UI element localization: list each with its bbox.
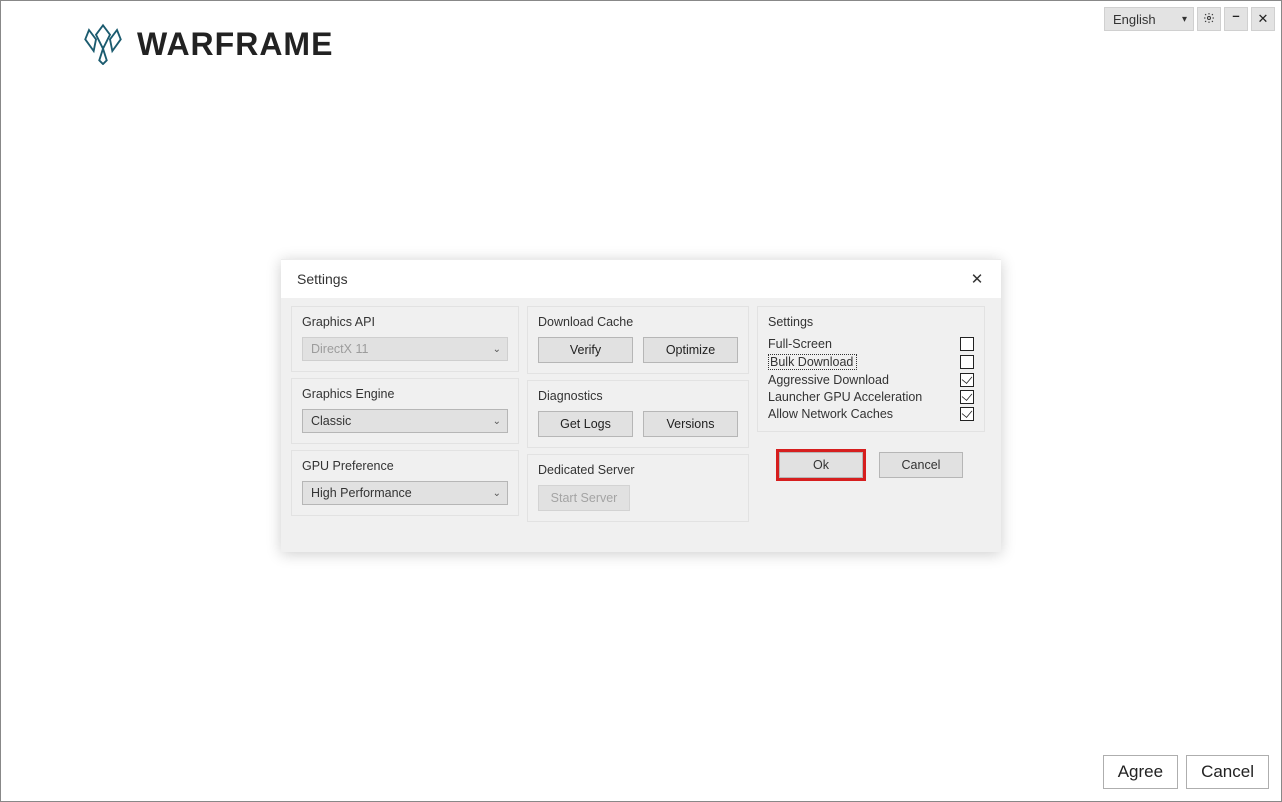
setting-label: Bulk Download xyxy=(768,354,857,370)
settings-button[interactable] xyxy=(1197,7,1221,31)
ok-button[interactable]: Ok xyxy=(779,452,863,478)
setting-label: Aggressive Download xyxy=(768,373,889,387)
setting-row: Launcher GPU Acceleration xyxy=(768,390,974,404)
chevron-down-icon: ⌄ xyxy=(493,488,501,499)
download-cache-panel: Download Cache Verify Optimize xyxy=(527,306,749,374)
dedicated-server-panel: Dedicated Server Start Server xyxy=(527,454,749,522)
brand-text: WARFRAME xyxy=(137,26,333,63)
graphics-api-label: Graphics API xyxy=(302,315,508,329)
chevron-down-icon: ⌄ xyxy=(493,344,501,355)
setting-checkbox[interactable] xyxy=(960,373,974,387)
setting-checkbox[interactable] xyxy=(960,355,974,369)
get-logs-button[interactable]: Get Logs xyxy=(538,411,633,437)
chevron-down-icon: ▾ xyxy=(1182,14,1187,25)
download-cache-label: Download Cache xyxy=(538,315,738,329)
cancel-button[interactable]: Cancel xyxy=(879,452,963,478)
graphics-engine-select[interactable]: Classic ⌄ xyxy=(302,409,508,433)
close-icon: ✕ xyxy=(971,270,984,288)
gpu-preference-value: High Performance xyxy=(311,486,412,500)
graphics-engine-panel: Graphics Engine Classic ⌄ xyxy=(291,378,519,444)
minimize-icon: – xyxy=(1232,8,1239,23)
optimize-button[interactable]: Optimize xyxy=(643,337,738,363)
dedicated-server-label: Dedicated Server xyxy=(538,463,738,477)
gpu-preference-label: GPU Preference xyxy=(302,459,508,473)
language-select[interactable]: English ▾ xyxy=(1104,7,1194,31)
brand-logo: WARFRAME xyxy=(79,23,333,65)
dialog-title: Settings xyxy=(297,271,348,287)
graphics-api-panel: Graphics API DirectX 11 ⌄ xyxy=(291,306,519,372)
language-value: English xyxy=(1113,12,1156,27)
logo-icon xyxy=(79,23,127,65)
diagnostics-panel: Diagnostics Get Logs Versions xyxy=(527,380,749,448)
graphics-api-value: DirectX 11 xyxy=(311,342,368,356)
setting-row: Full-Screen xyxy=(768,337,974,351)
dialog-close-button[interactable]: ✕ xyxy=(965,267,989,291)
diagnostics-label: Diagnostics xyxy=(538,389,738,403)
close-window-button[interactable]: ✕ xyxy=(1251,7,1275,31)
setting-row: Bulk Download xyxy=(768,354,974,370)
footer-cancel-button[interactable]: Cancel xyxy=(1186,755,1269,789)
settings-group-label: Settings xyxy=(768,315,974,329)
settings-dialog: Settings ✕ Graphics API DirectX 11 ⌄ Gra… xyxy=(281,259,1001,552)
agree-button[interactable]: Agree xyxy=(1103,755,1178,789)
start-server-button: Start Server xyxy=(538,485,630,511)
setting-checkbox[interactable] xyxy=(960,407,974,421)
graphics-api-select: DirectX 11 ⌄ xyxy=(302,337,508,361)
versions-button[interactable]: Versions xyxy=(643,411,738,437)
gpu-preference-panel: GPU Preference High Performance ⌄ xyxy=(291,450,519,516)
settings-checkbox-panel: Settings Full-Screen Bulk Download Aggress… xyxy=(757,306,985,432)
setting-row: Allow Network Caches xyxy=(768,407,974,421)
minimize-button[interactable]: – xyxy=(1224,7,1248,31)
gpu-preference-select[interactable]: High Performance ⌄ xyxy=(302,481,508,505)
chevron-down-icon: ⌄ xyxy=(493,416,501,427)
close-icon: ✕ xyxy=(1258,11,1269,27)
setting-checkbox[interactable] xyxy=(960,337,974,351)
setting-row: Aggressive Download xyxy=(768,373,974,387)
gear-icon xyxy=(1203,12,1215,27)
setting-checkbox[interactable] xyxy=(960,390,974,404)
setting-label: Full-Screen xyxy=(768,337,832,351)
graphics-engine-label: Graphics Engine xyxy=(302,387,508,401)
verify-button[interactable]: Verify xyxy=(538,337,633,363)
graphics-engine-value: Classic xyxy=(311,414,351,428)
setting-label: Allow Network Caches xyxy=(768,407,893,421)
setting-label: Launcher GPU Acceleration xyxy=(768,390,922,404)
